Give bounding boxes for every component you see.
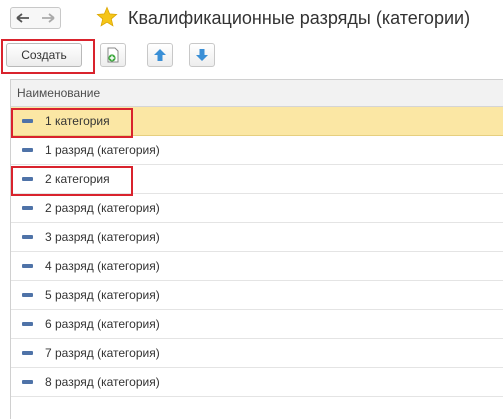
table-row[interactable]: 2 разряд (категория): [11, 194, 503, 223]
table-row[interactable]: 4 разряд (категория): [11, 252, 503, 281]
arrow-right-icon: [41, 13, 55, 23]
table-row[interactable]: 8 разряд (категория): [11, 368, 503, 397]
arrow-down-icon: [196, 49, 208, 61]
table-row[interactable]: 3 разряд (категория): [11, 223, 503, 252]
forward-button[interactable]: [35, 7, 61, 29]
row-label: 8 разряд (категория): [45, 375, 160, 389]
back-button[interactable]: [10, 7, 36, 29]
row-highlight-3: [11, 166, 133, 196]
item-marker-icon: [22, 148, 33, 152]
row-label: 1 разряд (категория): [45, 143, 160, 157]
add-copy-icon: [107, 47, 119, 63]
move-up-button[interactable]: [147, 43, 173, 67]
item-marker-icon: [22, 293, 33, 297]
item-marker-icon: [22, 351, 33, 355]
table-body: 1 категория 1 разряд (категория) 2 категор…: [11, 107, 503, 397]
row-label: 6 разряд (категория): [45, 317, 160, 331]
column-header-name[interactable]: Наименование: [11, 80, 503, 107]
table-row[interactable]: 6 разряд (категория): [11, 310, 503, 339]
move-down-button[interactable]: [189, 43, 215, 67]
row-label: 3 разряд (категория): [45, 230, 160, 244]
title-bar: Квалификационные разряды (категории): [0, 0, 503, 38]
create-button-highlight: [1, 39, 95, 74]
arrow-up-icon: [154, 49, 166, 61]
item-marker-icon: [22, 380, 33, 384]
table-row[interactable]: 7 разряд (категория): [11, 339, 503, 368]
item-marker-icon: [22, 322, 33, 326]
star-icon[interactable]: [96, 6, 118, 28]
item-marker-icon: [22, 206, 33, 210]
row-label: 4 разряд (категория): [45, 259, 160, 273]
copy-button[interactable]: [100, 43, 126, 67]
item-marker-icon: [22, 235, 33, 239]
page-title: Квалификационные разряды (категории): [128, 8, 471, 28]
item-marker-icon: [22, 264, 33, 268]
table-row[interactable]: 5 разряд (категория): [11, 281, 503, 310]
row-highlight-1: [11, 108, 133, 138]
arrow-left-icon: [16, 13, 29, 23]
table-row[interactable]: 1 разряд (категория): [11, 136, 503, 165]
row-label: 7 разряд (категория): [45, 346, 160, 360]
row-label: 5 разряд (категория): [45, 288, 160, 302]
row-label: 2 разряд (категория): [45, 201, 160, 215]
